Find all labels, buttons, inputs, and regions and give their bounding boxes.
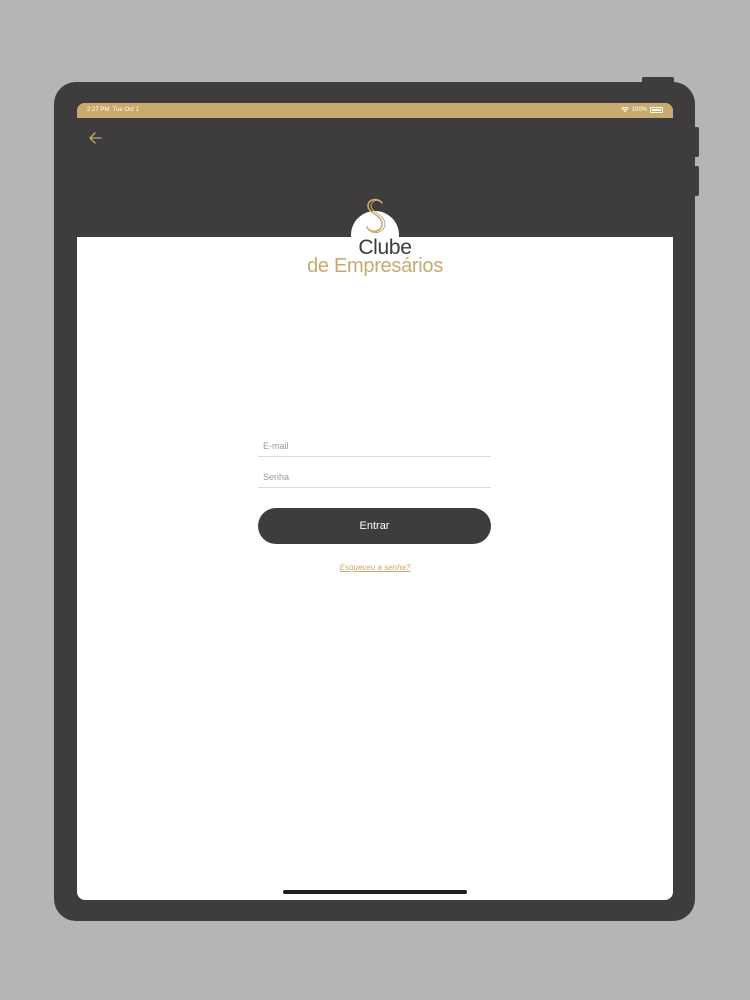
wifi-icon [620,107,629,113]
enter-button[interactable]: Entrar [258,508,491,544]
app-logo: Clube de Empresários [77,191,673,281]
battery-icon [650,107,663,113]
password-field[interactable] [258,466,491,488]
email-field[interactable] [258,435,491,457]
status-bar: 2:27 PM Tue Oct 1 100% [77,103,673,118]
status-time-text: 2:27 PM [87,107,110,113]
back-button[interactable] [85,128,105,148]
logo-text-empresarios: de Empresários [307,255,443,277]
status-time: 2:27 PM Tue Oct 1 [87,107,139,113]
home-indicator[interactable] [283,890,467,894]
app-screen: 2:27 PM Tue Oct 1 100% Clube de Empresár… [77,103,673,900]
status-date: Tue Oct 1 [112,107,139,113]
arrow-left-icon [89,132,102,144]
status-right: 100% [620,107,663,113]
battery-percent: 100% [631,107,647,113]
forgot-password-link[interactable]: Esqueceu a senha? [77,563,673,572]
logo-s-monogram-icon [366,198,386,234]
